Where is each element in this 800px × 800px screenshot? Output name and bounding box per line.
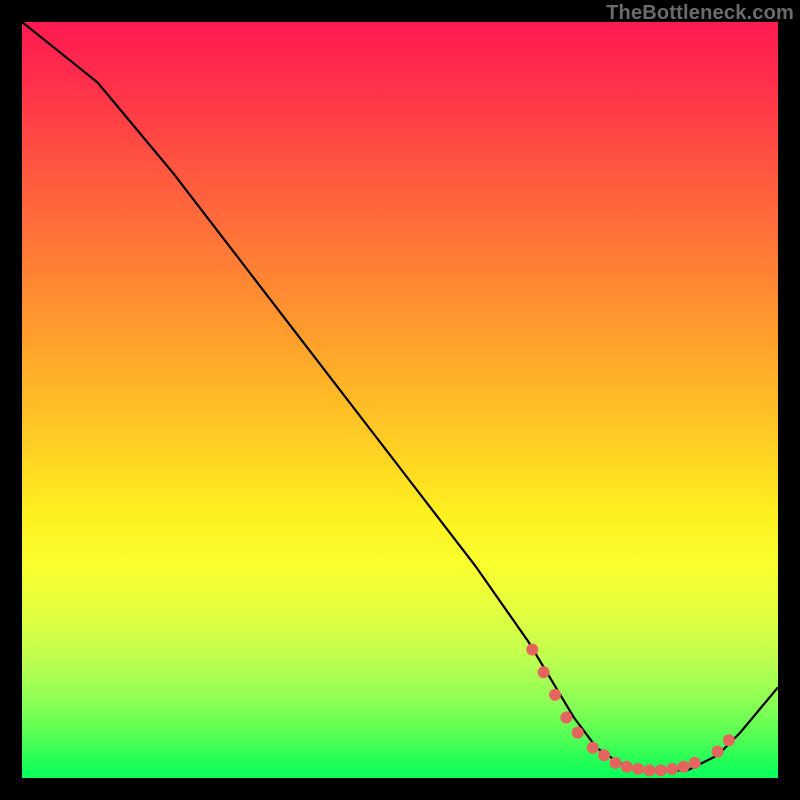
curve-svg (22, 22, 778, 778)
chart-container: TheBottleneck.com (0, 0, 800, 800)
data-marker (538, 666, 550, 678)
data-marker (678, 761, 690, 773)
data-marker (610, 757, 622, 769)
data-marker (598, 749, 610, 761)
data-marker (572, 727, 584, 739)
data-marker (644, 764, 656, 776)
data-marker (587, 742, 599, 754)
data-marker (621, 761, 633, 773)
data-marker (712, 746, 724, 758)
data-marker (632, 763, 644, 775)
data-marker (723, 734, 735, 746)
data-marker (560, 712, 572, 724)
data-marker (666, 763, 678, 775)
bottleneck-curve (22, 22, 778, 770)
plot-area (22, 22, 778, 778)
data-marker (526, 644, 538, 656)
data-marker (655, 764, 667, 776)
marker-group (526, 644, 735, 777)
data-marker (549, 689, 561, 701)
data-marker (689, 757, 701, 769)
